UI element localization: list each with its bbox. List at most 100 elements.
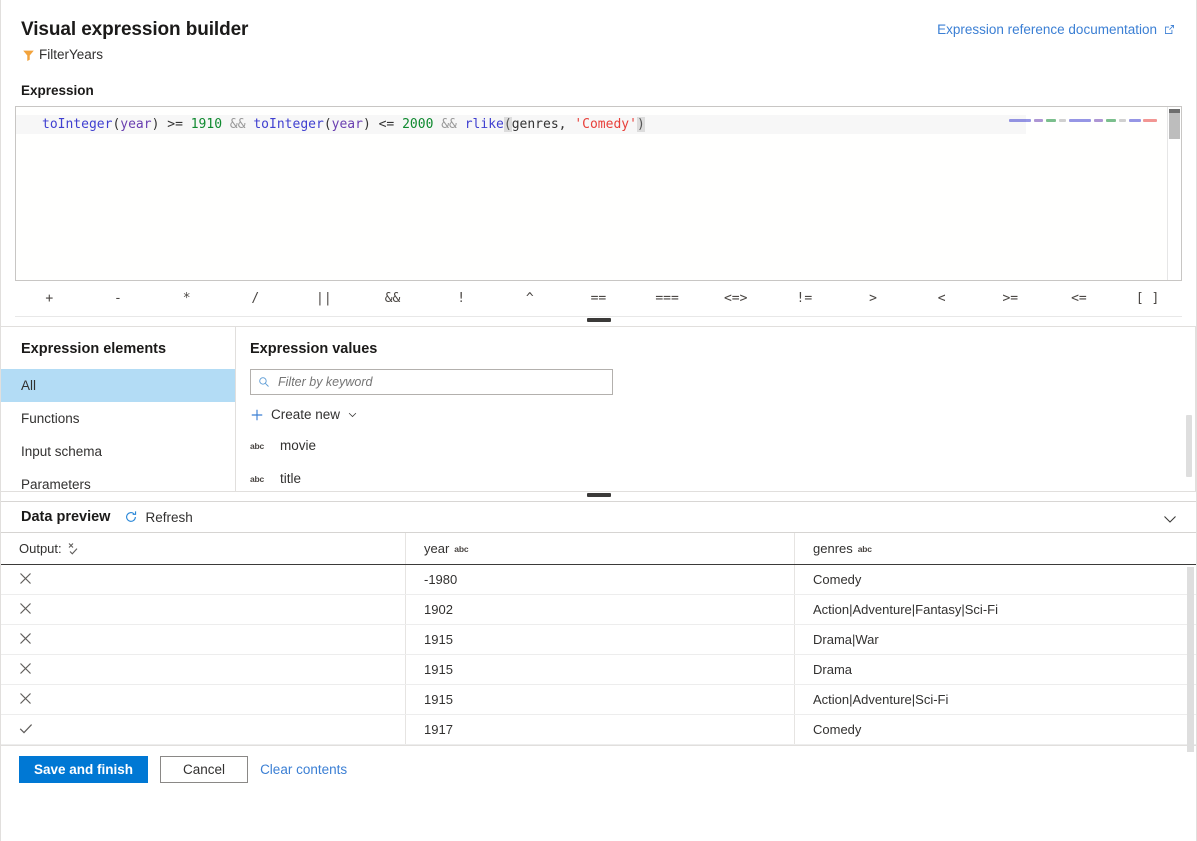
grid-header-row: Output: year abc genres abc: [1, 533, 1196, 565]
cell-genres: Drama|War: [795, 625, 1196, 654]
table-row[interactable]: -1980Comedy: [1, 565, 1196, 595]
genres-type-badge: abc: [858, 544, 872, 554]
search-input[interactable]: [276, 374, 605, 390]
code-token: [222, 117, 230, 132]
code-token: <=: [379, 117, 395, 132]
cell-genres: Action|Adventure|Sci-Fi: [795, 685, 1196, 714]
cell-year: 1915: [406, 625, 795, 654]
expression-element-all[interactable]: All: [1, 369, 235, 402]
expression-values-list: abc movie abc title: [250, 436, 1196, 488]
operator-button[interactable]: ===: [633, 281, 702, 317]
refresh-label: Refresh: [145, 510, 192, 525]
operator-button[interactable]: [ ]: [1113, 281, 1182, 317]
editor-scrollbar-marker: [1169, 109, 1180, 113]
collapse-panel-chevron-down-icon[interactable]: [1162, 511, 1178, 532]
cancel-button[interactable]: Cancel: [160, 756, 248, 783]
operator-button[interactable]: !=: [770, 281, 839, 317]
row-output-check-icon: [1, 715, 406, 744]
splitter-grip-2: [587, 493, 611, 497]
table-row[interactable]: 1917Comedy: [1, 715, 1196, 745]
values-vertical-scrollbar[interactable]: [1186, 415, 1192, 477]
expression-element-input-schema[interactable]: Input schema: [1, 435, 235, 468]
expression-reference-documentation-link[interactable]: Expression reference documentation: [937, 22, 1176, 37]
expression-values-panel: Expression values Create new: [236, 327, 1196, 491]
column-header-genres-label: genres: [813, 541, 853, 556]
code-token: 1910: [191, 117, 222, 132]
code-token: genres: [512, 117, 559, 132]
column-header-year-label: year: [424, 541, 449, 556]
code-token: year: [332, 117, 363, 132]
expression-code-text[interactable]: toInteger(year) >= 1910 && toInteger(yea…: [42, 115, 645, 134]
operator-button[interactable]: ^: [495, 281, 564, 317]
cell-genres: Comedy: [795, 715, 1196, 744]
values-panel-edge: [1195, 327, 1196, 491]
code-token: >=: [167, 117, 183, 132]
chevron-down-icon: [347, 409, 358, 420]
expression-browser: Expression elements AllFunctionsInput sc…: [1, 327, 1196, 492]
editor-vertical-scrollbar[interactable]: [1167, 107, 1181, 280]
string-type-badge: abc: [250, 474, 268, 484]
operator-button[interactable]: >: [839, 281, 908, 317]
operator-button[interactable]: *: [152, 281, 221, 317]
plus-icon: [250, 408, 264, 422]
code-token: &&: [441, 117, 457, 132]
column-header-genres[interactable]: genres abc: [795, 533, 1196, 564]
table-row[interactable]: 1915Drama|War: [1, 625, 1196, 655]
operator-button[interactable]: <=>: [701, 281, 770, 317]
editor-minimap[interactable]: [1009, 117, 1159, 125]
data-preview-title: Data preview: [21, 509, 110, 525]
doc-link-label: Expression reference documentation: [937, 22, 1157, 37]
create-new-button[interactable]: Create new: [250, 407, 358, 422]
data-preview-header: Data preview Refresh: [1, 502, 1196, 532]
column-header-output[interactable]: Output:: [1, 533, 406, 564]
expression-values-title: Expression values: [250, 327, 1196, 369]
operator-button[interactable]: <=: [1045, 281, 1114, 317]
table-row[interactable]: 1915Action|Adventure|Sci-Fi: [1, 685, 1196, 715]
external-link-icon: [1163, 23, 1176, 36]
row-output-x-icon: [1, 655, 406, 684]
expression-value-label: title: [280, 471, 301, 486]
visual-expression-builder-dialog: Visual expression builder FilterYears Ex…: [0, 0, 1197, 841]
operator-button[interactable]: &&: [358, 281, 427, 317]
operator-button[interactable]: ||: [290, 281, 359, 317]
refresh-button[interactable]: Refresh: [124, 510, 192, 525]
expression-value-label: movie: [280, 438, 316, 453]
refresh-icon: [124, 510, 138, 524]
splitter-grip: [587, 318, 611, 322]
code-token: ): [637, 117, 645, 132]
operator-button[interactable]: ==: [564, 281, 633, 317]
operator-button[interactable]: !: [427, 281, 496, 317]
operator-button[interactable]: /: [221, 281, 290, 317]
code-token: 'Comedy': [574, 117, 637, 132]
filter-search-box[interactable]: [250, 369, 613, 395]
save-and-finish-button[interactable]: Save and finish: [19, 756, 148, 783]
expression-editor[interactable]: toInteger(year) >= 1910 && toInteger(yea…: [15, 106, 1182, 281]
table-row[interactable]: 1902Action|Adventure|Fantasy|Sci-Fi: [1, 595, 1196, 625]
code-token: (: [324, 117, 332, 132]
dialog-header: Visual expression builder FilterYears Ex…: [1, 0, 1196, 63]
cell-genres: Drama: [795, 655, 1196, 684]
x-check-icon: [67, 542, 82, 556]
operator-button[interactable]: +: [15, 281, 84, 317]
code-token: 2000: [402, 117, 433, 132]
transformation-name-row: FilterYears: [22, 47, 1176, 63]
code-token: ,: [559, 117, 575, 132]
editor-scrollbar-thumb[interactable]: [1169, 109, 1180, 139]
operator-button[interactable]: <: [907, 281, 976, 317]
editor-splitter-handle[interactable]: [1, 317, 1196, 327]
table-row[interactable]: 1915Drama: [1, 655, 1196, 685]
expression-elements-list: AllFunctionsInput schemaParameters: [1, 369, 235, 501]
expression-value-item[interactable]: abc movie: [250, 436, 1196, 455]
string-type-badge: abc: [250, 441, 268, 451]
clear-contents-button[interactable]: Clear contents: [260, 762, 347, 777]
row-output-x-icon: [1, 565, 406, 594]
code-token: toInteger: [253, 117, 323, 132]
operator-button[interactable]: -: [84, 281, 153, 317]
grid-vertical-scrollbar[interactable]: [1187, 567, 1194, 752]
operator-button[interactable]: >=: [976, 281, 1045, 317]
column-header-year[interactable]: year abc: [406, 533, 795, 564]
expression-value-item[interactable]: abc title: [250, 469, 1196, 488]
expression-element-functions[interactable]: Functions: [1, 402, 235, 435]
operator-toolbar: +-*/||&&!^=====<=>!=><>=<=[ ]: [15, 281, 1182, 317]
data-preview-splitter-handle[interactable]: [1, 492, 1196, 502]
